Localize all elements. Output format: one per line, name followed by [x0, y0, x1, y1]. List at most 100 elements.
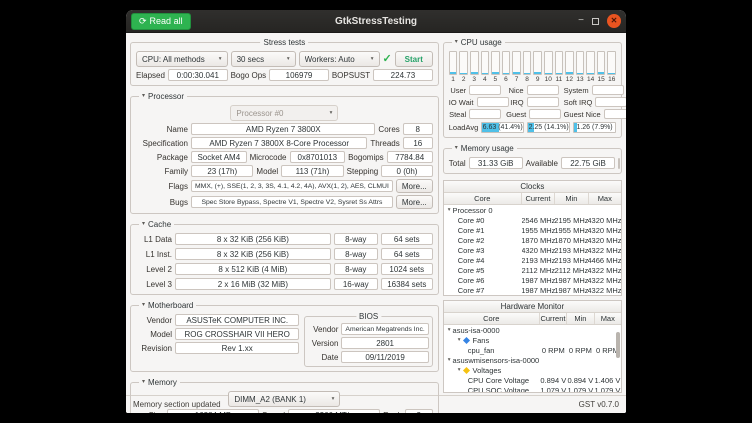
memory-usage-section-expander[interactable]: ▾ Memory usage [452, 144, 517, 153]
section-cache: ▾ Cache L1 Data 8 x 32 KiB (256 KiB) 8-w… [130, 224, 439, 295]
cache-sets-value[interactable]: 64 sets [381, 248, 433, 260]
cpu-bugs-value[interactable]: Spec Store Bypass, Spectre V1, Spectre V… [191, 196, 393, 208]
column-header-current[interactable]: Current [522, 193, 555, 204]
cache-size-value[interactable]: 2 x 16 MiB (32 MiB) [175, 278, 331, 290]
dimm-select[interactable]: DIMM_A2 (BANK 1) ▾ [228, 391, 340, 407]
table-row[interactable]: ▾Fans [444, 335, 621, 345]
cpu-model-value[interactable]: 113 (71h) [281, 165, 343, 177]
cpu-cores-value[interactable]: 8 [403, 123, 433, 135]
cpu-stepping-value[interactable]: 0 (0h) [381, 165, 433, 177]
cpu-stat-value[interactable] [527, 97, 559, 107]
table-row[interactable]: ▾Voltages [444, 365, 621, 375]
cache-section-expander[interactable]: ▾ Cache [139, 220, 174, 229]
table-row[interactable]: ▾Processor 0 [444, 205, 621, 215]
start-button[interactable]: Start [395, 51, 433, 67]
cpu-bogomips-value[interactable]: 7784.84 [387, 151, 433, 163]
mem-rank-value[interactable]: 2 [405, 409, 433, 413]
clocks-column-headers: Core Current Min Max [444, 193, 621, 205]
close-button[interactable]: ✕ [607, 14, 621, 28]
cpu-stat-value[interactable] [604, 109, 626, 119]
mem-speed-value[interactable]: 3266 MT/s [288, 409, 380, 413]
column-header-core[interactable]: Core [444, 193, 522, 204]
table-row[interactable]: Core #42193 MHz2193 MHz4466 MHz [444, 255, 621, 265]
column-header-min[interactable]: Min [567, 313, 594, 324]
memory-section-expander[interactable]: ▾ Memory [139, 378, 180, 387]
table-row[interactable]: ▾asuswmisensors-isa-0000 [444, 355, 621, 365]
cache-ways-value[interactable]: 8-way [334, 263, 378, 275]
cache-ways-value[interactable]: 8-way [334, 248, 378, 260]
bios-vendor-value[interactable]: American Megatrends Inc. [341, 323, 428, 335]
cpu-package-value[interactable]: Socket AM4 [191, 151, 247, 163]
mem-available-value[interactable]: 22.75 GiB [561, 157, 615, 169]
bios-version-value[interactable]: 2801 [341, 337, 428, 349]
cpu-stat-value[interactable] [592, 85, 624, 95]
column-header-max[interactable]: Max [595, 313, 621, 324]
stress-method-select[interactable]: CPU: All methods ▾ [136, 51, 228, 67]
stress-workers-select[interactable]: Workers: Auto ▾ [299, 51, 380, 67]
stress-duration-select[interactable]: 30 secs ▾ [231, 51, 296, 67]
cpu-stat-value[interactable] [529, 109, 561, 119]
bugs-more-button[interactable]: More... [396, 195, 433, 209]
bios-date-value[interactable]: 09/11/2019 [341, 351, 428, 363]
table-row[interactable]: CPU Core Voltage0.894 V0.894 V1.406 V [444, 375, 621, 385]
mem-total-value[interactable]: 31.33 GiB [469, 157, 523, 169]
cache-sets-value[interactable]: 16384 sets [381, 278, 433, 290]
cache-ways-value[interactable]: 16-way [334, 278, 378, 290]
cache-size-value[interactable]: 8 x 32 KiB (256 KiB) [175, 248, 331, 260]
clocks-table-title: Clocks [444, 181, 621, 193]
tree-expander-icon[interactable]: ▾ [448, 357, 451, 363]
mb-model-value[interactable]: ROG CROSSHAIR VII HERO [175, 328, 299, 340]
table-row[interactable]: ▾asus-isa-0000 [444, 325, 621, 335]
cpu-flags-value[interactable]: MMX, (+), SSE(1, 2, 3, 3S, 4.1, 4.2, 4A)… [191, 180, 393, 192]
cpu-stat-value[interactable] [469, 109, 501, 119]
maximize-button[interactable] [592, 18, 599, 25]
cpu-name-value[interactable]: AMD Ryzen 7 3800X [191, 123, 375, 135]
tree-expander-icon[interactable]: ▾ [458, 337, 461, 343]
table-row[interactable]: Core #11955 MHz1955 MHz4320 MHz [444, 225, 621, 235]
table-row[interactable]: Core #52112 MHz2112 MHz4322 MHz [444, 265, 621, 275]
table-row[interactable]: cpu_fan0 RPM0 RPM0 RPM [444, 345, 621, 355]
column-header-min[interactable]: Min [555, 193, 588, 204]
cache-sets-value[interactable]: 64 sets [381, 233, 433, 245]
motherboard-section-expander[interactable]: ▾ Motherboard [139, 301, 196, 310]
cache-size-value[interactable]: 8 x 32 KiB (256 KiB) [175, 233, 331, 245]
cpu-spec-value[interactable]: AMD Ryzen 7 3800X 8-Core Processor [191, 137, 367, 149]
cpu-threads-value[interactable]: 16 [403, 137, 433, 149]
tree-expander-icon[interactable]: ▾ [458, 367, 461, 373]
table-row[interactable]: Core #21870 MHz1870 MHz4320 MHz [444, 235, 621, 245]
minimize-button[interactable]: − [578, 16, 584, 26]
column-header-max[interactable]: Max [589, 193, 621, 204]
row-label: Core #5 [458, 266, 485, 275]
cpu-usage-section-expander[interactable]: ▾ CPU usage [452, 38, 505, 47]
scrollbar-thumb[interactable] [616, 332, 620, 358]
table-row[interactable]: CPU SOC Voltage1.079 V1.079 V1.079 V [444, 385, 621, 392]
column-header-core[interactable]: Core [444, 313, 540, 324]
processor-section-expander[interactable]: ▾ Processor [139, 92, 187, 101]
elapsed-value[interactable]: 0:00:30.041 [168, 69, 228, 81]
cpu-microcode-value[interactable]: 0x8701013 [290, 151, 346, 163]
bogo-ops-value[interactable]: 106979 [269, 69, 329, 81]
table-row[interactable]: Core #71987 MHz1987 MHz4322 MHz [444, 285, 621, 295]
mb-revision-value[interactable]: Rev 1.xx [175, 342, 299, 354]
tree-expander-icon[interactable]: ▾ [448, 327, 451, 333]
read-all-button[interactable]: ⟳ Read all [131, 13, 191, 30]
cpu-stat-value[interactable] [595, 97, 626, 107]
cache-sets-value[interactable]: 1024 sets [381, 263, 433, 275]
cpu-family-value[interactable]: 23 (17h) [191, 165, 253, 177]
cache-ways-value[interactable]: 8-way [334, 233, 378, 245]
flags-more-button[interactable]: More... [396, 179, 433, 193]
column-header-current[interactable]: Current [540, 313, 567, 324]
mem-size-value[interactable]: 16384 MB [167, 409, 259, 413]
tree-expander-icon[interactable]: ▾ [448, 207, 451, 213]
bopsust-value[interactable]: 224.73 [373, 69, 433, 81]
mb-vendor-value[interactable]: ASUSTeK COMPUTER INC. [175, 314, 299, 326]
processor-select[interactable]: Processor #0 ▾ [230, 105, 338, 121]
cpu-stat-value[interactable] [527, 85, 559, 95]
cpu-stat-value[interactable] [477, 97, 509, 107]
cpu-stat-value[interactable] [469, 85, 501, 95]
table-row[interactable]: Core #34320 MHz2193 MHz4322 MHz [444, 245, 621, 255]
table-row[interactable]: Core #61987 MHz1987 MHz4322 MHz [444, 275, 621, 285]
table-row[interactable]: Core #02546 MHz2195 MHz4320 MHz [444, 215, 621, 225]
cpu-core-number: 3 [470, 76, 479, 83]
cache-size-value[interactable]: 8 x 512 KiB (4 MiB) [175, 263, 331, 275]
